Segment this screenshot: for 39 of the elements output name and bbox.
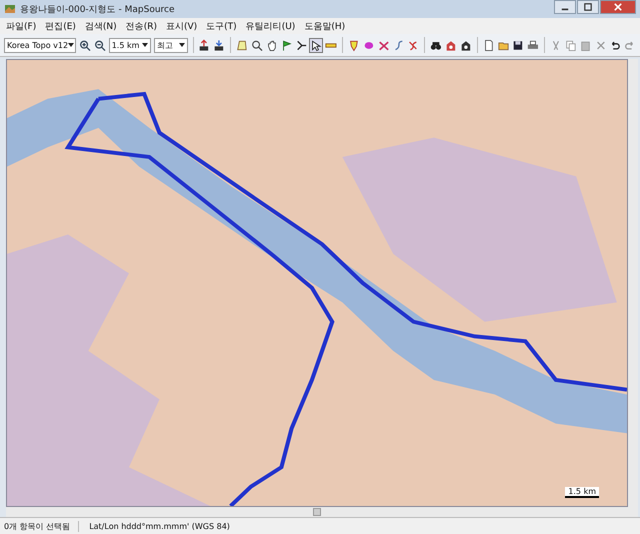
minimize-button[interactable] — [554, 0, 576, 14]
zoom-scale-dropdown[interactable]: 1.5 km — [108, 38, 152, 52]
maximize-icon — [584, 3, 592, 11]
caret-icon — [142, 43, 148, 47]
menu-item[interactable]: 검색(N) — [84, 20, 117, 32]
flag-icon[interactable] — [280, 38, 292, 52]
menu-item[interactable]: 유틸리티(U) — [246, 20, 296, 32]
window-title: 용왕나들이-000-지형도 - MapSource — [20, 4, 176, 16]
device-upload-icon[interactable] — [198, 38, 210, 52]
select-tool-icon[interactable] — [310, 38, 322, 52]
status-text: 0개 항목이 선택됨 — [4, 520, 80, 532]
close-button[interactable] — [600, 0, 636, 14]
device-download-icon[interactable] — [213, 38, 226, 52]
menu-item[interactable]: 편집(E) — [45, 20, 76, 32]
caret-icon — [178, 43, 185, 47]
map-product-dropdown[interactable]: Korea Topo v12 — [4, 38, 76, 52]
horizontal-scrollbar[interactable] — [6, 507, 628, 517]
app-icon — [4, 3, 16, 15]
menu-item[interactable]: 표시(V) — [166, 20, 198, 32]
menu-item[interactable]: 파일(F) — [6, 20, 36, 32]
hand-icon[interactable] — [266, 38, 278, 52]
caret-icon — [68, 43, 74, 47]
close-icon — [614, 3, 622, 11]
maximize-button[interactable] — [577, 0, 599, 14]
menu-item[interactable]: 도움말(H) — [304, 20, 346, 32]
vertical-scrollbar[interactable] — [628, 59, 638, 517]
copy-icon[interactable] — [564, 38, 577, 52]
print-icon[interactable] — [527, 38, 540, 52]
menu-item[interactable]: 도구(T) — [206, 20, 237, 32]
zoom-out-icon[interactable] — [94, 38, 106, 52]
save-icon[interactable] — [512, 38, 524, 52]
detail-dropdown[interactable]: 최고 — [154, 38, 188, 52]
status-text: Lat/Lon hddd°mm.mmm' (WGS 84) — [89, 522, 231, 530]
scrollbar-thumb[interactable] — [313, 508, 321, 516]
menu-item[interactable]: 전송(R) — [126, 20, 157, 32]
zoom-tool-icon[interactable] — [250, 38, 263, 52]
scale-bar-label: 1.5 km — [565, 487, 599, 498]
new-file-icon[interactable] — [482, 38, 495, 52]
zoom-in-icon[interactable] — [79, 38, 91, 52]
